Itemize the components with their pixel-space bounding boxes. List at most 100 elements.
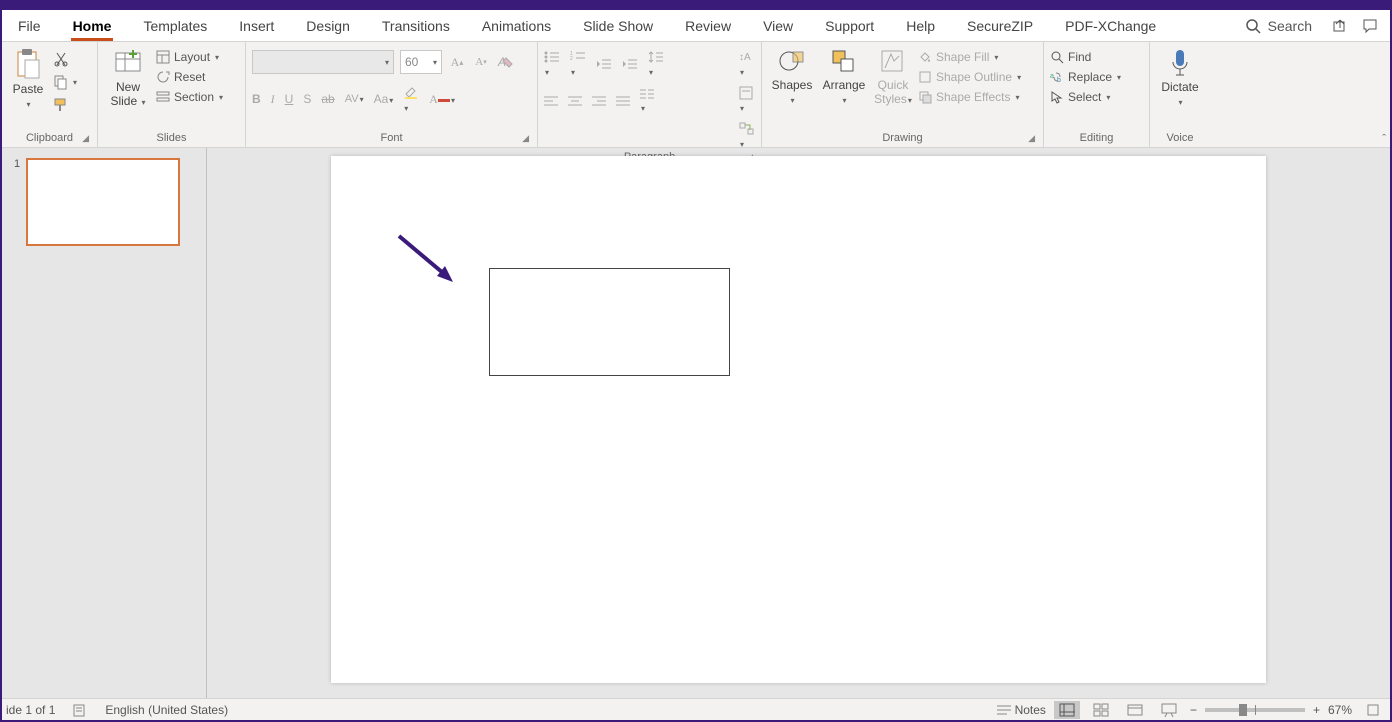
svg-text:↕A: ↕A [739, 52, 751, 63]
ribbon: Paste▾ ▾ Clipboard◢ New Slide ▾ Layout▾ … [2, 42, 1390, 148]
italic-button[interactable]: I [271, 92, 275, 107]
change-case-button[interactable]: Aa▾ [374, 92, 394, 106]
align-right-icon[interactable] [592, 95, 606, 107]
zoom-out-button[interactable]: − [1190, 703, 1197, 717]
collapse-ribbon-icon[interactable]: ˆ [1382, 133, 1386, 145]
fit-window-icon[interactable] [1360, 701, 1386, 719]
comments-icon[interactable] [1358, 14, 1382, 38]
dictate-button[interactable]: Dictate▾ [1156, 46, 1204, 110]
decrease-indent-icon[interactable] [596, 57, 612, 71]
increase-indent-icon[interactable] [622, 57, 638, 71]
reading-view-icon[interactable] [1122, 701, 1148, 719]
svg-text:2: 2 [570, 56, 573, 62]
thumbnail-number: 1 [14, 158, 20, 246]
tab-templates[interactable]: Templates [127, 10, 223, 41]
numbering-button[interactable]: 12▾ [570, 50, 586, 78]
decrease-font-icon[interactable]: A▾ [472, 53, 490, 71]
slide-counter: ide 1 of 1 [6, 703, 55, 717]
tab-animations[interactable]: Animations [466, 10, 567, 41]
zoom-level[interactable]: 67% [1328, 703, 1352, 717]
notes-button[interactable]: Notes [997, 703, 1046, 717]
tab-file[interactable]: File [2, 10, 57, 41]
tab-securezip[interactable]: SecureZIP [951, 10, 1049, 41]
bold-button[interactable]: B [252, 92, 261, 106]
font-size-combo[interactable]: 60▾ [400, 50, 442, 74]
slides-group-label: Slides [157, 132, 187, 144]
replace-button[interactable]: abReplace ▾ [1050, 70, 1121, 84]
tab-pdfxchange[interactable]: PDF-XChange [1049, 10, 1172, 41]
font-color-button[interactable]: A▾ [429, 92, 455, 107]
align-center-icon[interactable] [568, 95, 582, 107]
tab-transitions[interactable]: Transitions [366, 10, 466, 41]
shape-effects-label: Shape Effects [936, 90, 1011, 104]
text-direction-button[interactable]: ↕A▾ [739, 50, 755, 78]
tab-slideshow[interactable]: Slide Show [567, 10, 669, 41]
group-drawing: Shapes▾ Arrange▾ Quick Styles▾ Shape Fil… [762, 42, 1044, 147]
select-label: Select [1068, 90, 1101, 104]
layout-label: Layout [174, 50, 210, 64]
align-text-button[interactable]: ▾ [739, 86, 755, 114]
format-painter-icon[interactable] [52, 96, 70, 114]
slide-thumbnail-1[interactable] [26, 158, 180, 246]
bullets-button[interactable]: ▾ [544, 50, 560, 78]
reset-button[interactable]: Reset [156, 70, 223, 84]
ribbon-tabs: File Home Templates Insert Design Transi… [2, 10, 1390, 42]
smartart-button[interactable]: ▾ [739, 122, 755, 150]
sorter-view-icon[interactable] [1088, 701, 1114, 719]
justify-icon[interactable] [616, 95, 630, 107]
clear-format-icon[interactable]: A [496, 53, 514, 71]
shape-outline-label: Shape Outline [936, 70, 1012, 84]
arrange-button[interactable]: Arrange▾ [820, 46, 868, 108]
slideshow-view-icon[interactable] [1156, 701, 1182, 719]
shapes-button[interactable]: Shapes▾ [768, 46, 816, 108]
section-label: Section [174, 90, 214, 104]
clipboard-launcher-icon[interactable]: ◢ [82, 131, 89, 145]
columns-button[interactable]: ▾ [640, 88, 654, 114]
spacing-button[interactable]: AV▾ [345, 93, 364, 105]
line-spacing-button[interactable]: ▾ [648, 50, 664, 78]
section-button[interactable]: Section▾ [156, 90, 223, 104]
shadow-button[interactable]: S [303, 92, 311, 106]
search-box[interactable]: Search [1234, 17, 1322, 35]
copy-button[interactable]: ▾ [52, 74, 77, 90]
cut-icon[interactable] [52, 50, 70, 68]
layout-button[interactable]: Layout▾ [156, 50, 223, 64]
zoom-slider[interactable] [1205, 708, 1305, 712]
tab-help[interactable]: Help [890, 10, 951, 41]
slide-canvas-area[interactable] [207, 148, 1390, 698]
rectangle-shape[interactable] [489, 268, 730, 376]
language-status[interactable]: English (United States) [105, 703, 228, 717]
tab-home[interactable]: Home [57, 10, 128, 41]
quick-styles-button[interactable]: Quick Styles▾ [872, 46, 914, 108]
zoom-in-button[interactable]: + [1313, 703, 1320, 717]
strike-button[interactable]: ab [321, 92, 334, 106]
tab-insert[interactable]: Insert [223, 10, 290, 41]
status-bar: ide 1 of 1 English (United States) Notes… [2, 698, 1390, 720]
font-name-combo[interactable]: ▾ [252, 50, 394, 74]
shape-outline-button[interactable]: Shape Outline▾ [918, 70, 1021, 84]
paste-button[interactable]: Paste▾ [8, 46, 48, 112]
underline-button[interactable]: U [285, 92, 294, 106]
font-launcher-icon[interactable]: ◢ [522, 131, 529, 145]
paste-label: Paste [13, 82, 44, 96]
increase-font-icon[interactable]: A▴ [448, 53, 466, 71]
tab-support[interactable]: Support [809, 10, 890, 41]
highlight-button[interactable]: ▾ [403, 84, 419, 114]
select-button[interactable]: Select▾ [1050, 90, 1121, 104]
group-slides: New Slide ▾ Layout▾ Reset Section▾ Slide… [98, 42, 246, 147]
voice-group-label: Voice [1167, 132, 1194, 144]
new-slide-button[interactable]: New Slide ▾ [104, 46, 152, 110]
arrange-label: Arrange [823, 78, 866, 92]
shape-effects-button[interactable]: Shape Effects▾ [918, 90, 1021, 104]
drawing-launcher-icon[interactable]: ◢ [1028, 131, 1035, 145]
slide[interactable] [331, 156, 1266, 683]
share-icon[interactable] [1328, 14, 1352, 38]
find-button[interactable]: Find [1050, 50, 1121, 64]
tab-design[interactable]: Design [290, 10, 366, 41]
spellcheck-icon[interactable] [71, 701, 89, 719]
shape-fill-button[interactable]: Shape Fill▾ [918, 50, 1021, 64]
tab-review[interactable]: Review [669, 10, 747, 41]
align-left-icon[interactable] [544, 95, 558, 107]
normal-view-icon[interactable] [1054, 701, 1080, 719]
tab-view[interactable]: View [747, 10, 809, 41]
